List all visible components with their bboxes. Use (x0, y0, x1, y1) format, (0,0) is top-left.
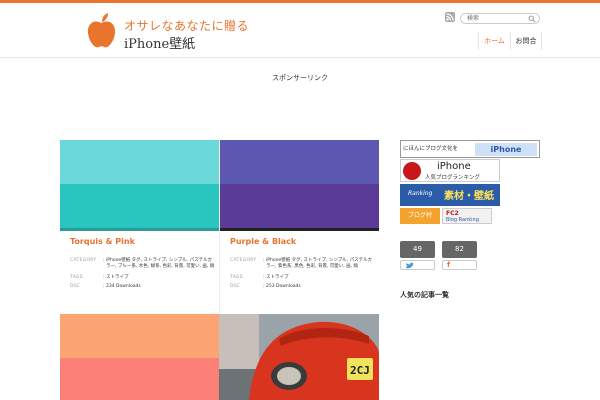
blogmura-badge: ブログ村 (400, 208, 440, 224)
sponsor-notice: スポンサーリンク (272, 74, 328, 82)
meta-category-links[interactable]: iPhone壁紙 タグ, ストライプ, シンプル, パステルカラー, ブルー系,… (106, 258, 216, 270)
meta-separator: | (103, 258, 105, 263)
twitter-share-count: 49 (400, 241, 435, 258)
wallpaper-preview-top[interactable] (220, 140, 379, 184)
red-car-photo: 2CJ (219, 314, 379, 400)
facebook-icon: f (447, 261, 451, 269)
meta-key: TAGS (230, 275, 243, 280)
download-count: 234 Downloads (106, 284, 141, 289)
banner-right-text: iPhone (475, 143, 537, 156)
meta-separator: | (263, 284, 265, 289)
meta-separator: | (103, 275, 105, 280)
wallpaper-preview-photo[interactable]: 2CJ (219, 314, 379, 400)
card-title[interactable]: Torquis & Pink (70, 237, 135, 246)
search-input[interactable] (467, 14, 527, 23)
twitter-icon (406, 262, 414, 269)
wallpaper-preview-top[interactable] (60, 314, 219, 358)
banner-subtitle: 人気ブログランキング (425, 175, 480, 181)
banner-left-text: にほんにブログ文化を (403, 144, 475, 155)
meta-key: TAGS (70, 275, 83, 280)
nav-item-contact[interactable]: お問合 (510, 32, 542, 50)
search-icon[interactable] (528, 15, 536, 23)
rss-icon[interactable] (445, 12, 455, 22)
meta-key: DSC (230, 284, 241, 289)
facebook-share-button[interactable]: f (442, 260, 477, 270)
meta-key: DSC (70, 284, 81, 289)
search-box (460, 13, 540, 24)
card-meta: CATEGORY | iPhone壁紙 タグ, ストライプ, シンプル, パステ… (70, 258, 215, 293)
material-ranking-banner[interactable]: Ranking 素材・壁紙 (400, 184, 500, 206)
wallpaper-preview-bottom[interactable] (60, 358, 219, 400)
main-nav: ホーム お問合 (0, 32, 600, 50)
meta-separator: | (103, 284, 105, 289)
banner-right-text: 素材・壁紙 (444, 191, 494, 202)
nav-item-home[interactable]: ホーム (478, 32, 510, 50)
twitter-share-button[interactable] (400, 260, 435, 270)
fc2-badge: FC2 Blog Ranking (442, 208, 492, 224)
popular-posts-heading: 人気の記事一覧 (400, 291, 449, 299)
wallpaper-preview-bottom[interactable] (220, 184, 379, 228)
facebook-share-count: 82 (442, 241, 477, 258)
meta-key: CATEGORY (70, 258, 97, 263)
banner-left-text: Ranking (408, 190, 433, 197)
meta-key: CATEGORY (230, 258, 257, 263)
meta-tag-link[interactable]: ストライプ (266, 275, 376, 281)
meta-category-links[interactable]: iPhone壁紙 タグ, ストライプ, シンプル, パステルカラー, 紫色系, … (266, 258, 376, 270)
card-underline (60, 228, 219, 231)
wallpaper-preview-bottom[interactable] (60, 184, 219, 228)
card-underline (220, 228, 379, 231)
download-count: 253 Downloads (266, 284, 301, 289)
wallpaper-preview-top[interactable] (60, 140, 219, 184)
card-meta: CATEGORY | iPhone壁紙 タグ, ストライプ, シンプル, パステ… (230, 258, 375, 293)
meta-separator: | (263, 275, 265, 280)
card-title[interactable]: Purple & Black (230, 237, 296, 246)
license-plate-text: 2CJ (350, 364, 370, 377)
nihon-blog-banner[interactable]: にほんにブログ文化を iPhone (400, 140, 540, 158)
blogmura-fc2-banner[interactable]: ブログ村 FC2 Blog Ranking (400, 208, 492, 224)
meta-tag-link[interactable]: ストライプ (106, 275, 216, 281)
fc2-label: FC2 (446, 210, 459, 217)
blog-ranking-banner[interactable]: iPhone 人気ブログランキング (400, 159, 500, 182)
fc2-sub: Blog Ranking (446, 217, 479, 223)
banner-title: iPhone (437, 161, 471, 172)
meta-separator: | (263, 258, 265, 263)
site-header: オサレなあなたに贈る iPhone壁紙 ホーム お問合 (0, 3, 600, 58)
ranking-logo-icon (403, 162, 421, 180)
